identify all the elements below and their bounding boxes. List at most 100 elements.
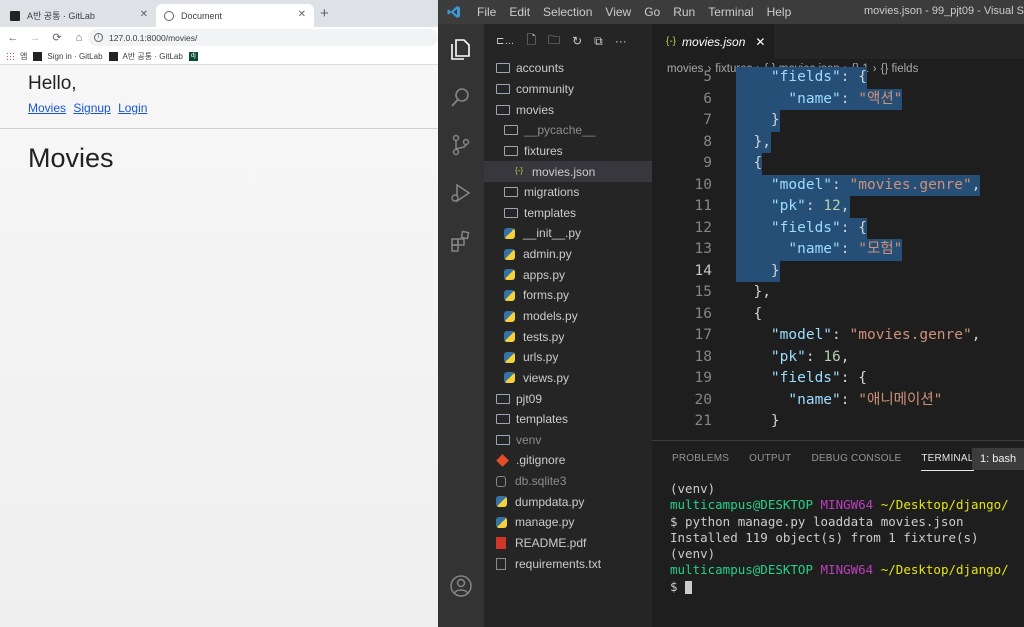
file-tree-item[interactable]: fixtures [484, 141, 652, 162]
close-tab-icon[interactable]: ✕ [140, 9, 148, 20]
code-token: "name" [788, 241, 841, 257]
file-tree-item[interactable]: {-} movies.json [484, 161, 652, 182]
file-tree-item[interactable]: templates [484, 409, 652, 430]
file-tree-item[interactable]: tests.py [484, 326, 652, 347]
code-token: : { [840, 69, 867, 85]
file-tree-item[interactable]: accounts [484, 58, 652, 79]
code-text: "name": "애니메이션" [736, 390, 942, 412]
menu-selection[interactable]: Selection [543, 5, 592, 19]
forward-arrow-icon[interactable]: → [26, 32, 44, 44]
nav-links: Movies Signup Login [28, 101, 151, 115]
editor-tab-movies-json[interactable]: {-} movies.json ✕ [652, 24, 774, 59]
file-tree-item[interactable]: __pycache__ [484, 120, 652, 141]
info-icon[interactable]: i [94, 33, 103, 42]
new-file-icon[interactable]: 🗋 [526, 31, 536, 52]
file-tree-item[interactable]: db.sqlite3 [484, 471, 652, 492]
run-debug-icon[interactable] [448, 180, 474, 206]
reload-icon[interactable]: ⟳ [48, 31, 66, 44]
close-tab-icon[interactable]: ✕ [298, 9, 306, 20]
home-icon[interactable]: ⌂ [70, 32, 88, 44]
extensions-icon[interactable] [448, 228, 474, 254]
code-editor[interactable]: 5 "fields": {6 "name": "액션" 7 } 8 }, 9 {10 … [652, 67, 1024, 440]
py-file-icon [504, 248, 515, 260]
code-token: "model" [770, 327, 833, 343]
code-line: 12 "fields": { [652, 217, 1024, 239]
browser-tab-gitlab[interactable]: A반 공통 · GitLab ✕ [2, 4, 156, 27]
login-link[interactable]: Login [118, 101, 147, 115]
search-icon[interactable] [448, 84, 474, 110]
terminal-selector[interactable]: 1: bash [972, 448, 1024, 470]
code-token: , [971, 327, 981, 343]
account-icon[interactable] [448, 573, 474, 599]
file-tree-item[interactable]: pjt09 [484, 388, 652, 409]
collapse-all-icon[interactable]: ⧉ [594, 34, 603, 49]
menu-help[interactable]: Help [767, 5, 792, 19]
tab-debug-console[interactable]: DEBUG CONSOLE [811, 453, 901, 464]
new-tab-icon[interactable]: + [320, 5, 329, 22]
file-tree-label: pjt09 [516, 391, 543, 406]
bookmark-gitlab-group[interactable]: A반 공통 · GitLab [108, 51, 183, 62]
source-control-icon[interactable] [448, 132, 474, 158]
refresh-icon[interactable]: ↻ [572, 34, 582, 48]
menu-terminal[interactable]: Terminal [708, 5, 753, 19]
file-tree-label: venv [516, 432, 542, 447]
explorer-icon[interactable] [448, 36, 474, 62]
browser-tab-document[interactable]: Document ✕ [156, 4, 314, 27]
file-tree-item[interactable]: __init__.py [484, 223, 652, 244]
close-tab-icon[interactable]: ✕ [755, 35, 765, 49]
activity-bar [438, 24, 484, 627]
file-tree-item[interactable]: urls.py [484, 347, 652, 368]
address-bar[interactable]: i 127.0.0.1:8000/movies/ [88, 29, 438, 46]
gitlab-icon [108, 51, 118, 61]
file-tree-item[interactable]: movies [484, 99, 652, 120]
pdf-file-icon [496, 537, 506, 550]
file-tree-item[interactable]: models.py [484, 306, 652, 327]
file-tree-item[interactable]: venv [484, 430, 652, 451]
code-text: "pk": 16, [736, 347, 850, 369]
file-tree-item[interactable]: apps.py [484, 264, 652, 285]
file-tree-item[interactable]: admin.py [484, 244, 652, 265]
browser-tab-bar: A반 공통 · GitLab ✕ Document ✕ + [0, 0, 438, 27]
gitlab-favicon-icon [10, 10, 20, 21]
file-tree-item[interactable]: migrations [484, 182, 652, 203]
more-actions-icon[interactable]: ··· [615, 34, 627, 48]
line-number: 14 [694, 262, 712, 279]
file-tree-label: movies.json [532, 164, 596, 179]
menu-view[interactable]: View [605, 5, 631, 19]
file-tree-item[interactable]: forms.py [484, 285, 652, 306]
tab-terminal[interactable]: TERMINAL [921, 453, 974, 471]
file-tree-item[interactable]: README.pdf [484, 533, 652, 554]
file-tree-item[interactable]: .gitignore [484, 450, 652, 471]
movies-link[interactable]: Movies [28, 101, 66, 115]
terminal-output[interactable]: (venv) multicampus@DESKTOP MINGW64 ~/Desk… [670, 481, 1024, 595]
back-arrow-icon[interactable]: ← [4, 32, 22, 44]
tab-output[interactable]: OUTPUT [749, 453, 791, 464]
bookmark-gitlab-signin[interactable]: Sign in · GitLab [33, 51, 103, 61]
file-tree-item[interactable]: dumpdata.py [484, 491, 652, 512]
file-tree-item[interactable]: views.py [484, 368, 652, 389]
menu-go[interactable]: Go [644, 5, 660, 19]
line-number: 10 [694, 176, 712, 193]
new-folder-icon[interactable]: 🗀 [548, 31, 560, 52]
code-text: { [736, 304, 762, 326]
signup-link[interactable]: Signup [73, 101, 110, 115]
code-token: : { [840, 370, 867, 386]
collapse-icon[interactable]: ⊏… [496, 36, 514, 47]
bookmark-django[interactable]: dj [188, 51, 203, 61]
file-tree-item[interactable]: community [484, 79, 652, 100]
bookmark-apps[interactable]: 앱 [6, 51, 27, 62]
code-text: "name": "모험" [736, 239, 903, 261]
tab-problems[interactable]: PROBLEMS [672, 453, 729, 464]
code-text: { [736, 153, 763, 175]
file-tree-item[interactable]: templates [484, 202, 652, 223]
menu-edit[interactable]: Edit [509, 5, 530, 19]
menu-file[interactable]: File [477, 5, 496, 19]
explorer-toolbar: ⊏… 🗋 🗀 ↻ ⧉ ··· [484, 24, 652, 58]
file-tree-item[interactable]: requirements.txt [484, 553, 652, 574]
code-token: "name" [788, 90, 841, 107]
menu-run[interactable]: Run [673, 5, 695, 19]
file-tree-label: manage.py [515, 515, 575, 530]
terminal-token: Installed 119 object(s) from 1 fixture(s… [670, 529, 979, 545]
file-tree-item[interactable]: manage.py [484, 512, 652, 533]
code-token: : [840, 241, 859, 257]
